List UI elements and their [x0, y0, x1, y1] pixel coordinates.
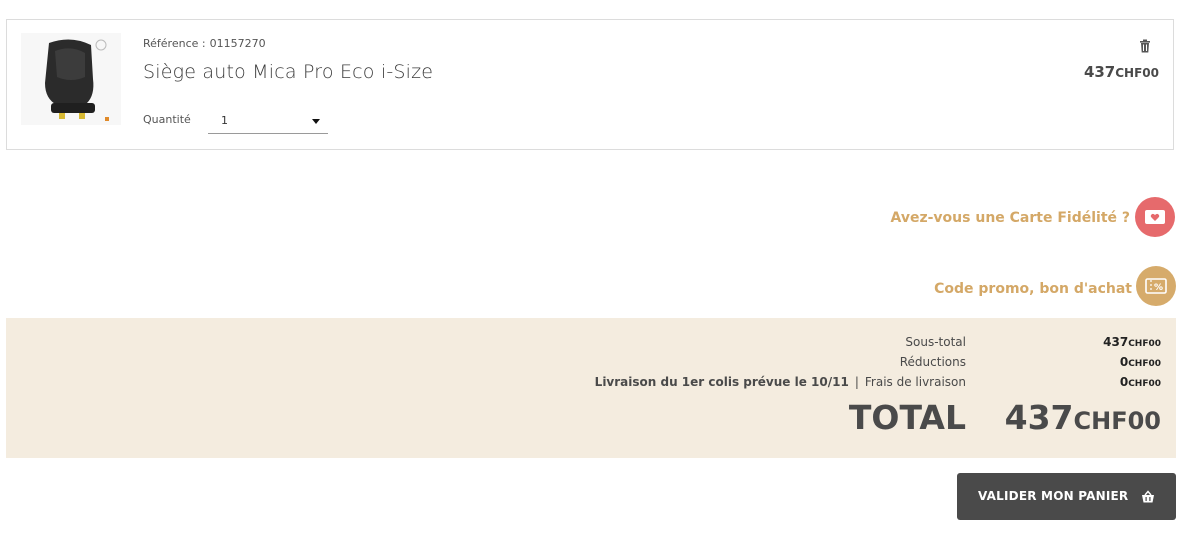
product-reference: Référence :01157270	[143, 37, 266, 50]
discounts-amount: 0	[1119, 355, 1129, 369]
total-amount: 437	[1004, 398, 1074, 437]
promo-voucher-icon[interactable]: %	[1136, 266, 1176, 306]
loyalty-card-link[interactable]: Avez-vous une Carte Fidélité ?	[891, 210, 1130, 226]
shipping-amount: 0	[1119, 375, 1129, 389]
line-price-currency: CHF00	[1115, 66, 1159, 80]
line-price: 437CHF00	[1084, 63, 1159, 81]
delivery-note: Livraison du 1er colis prévue le 10/11	[594, 375, 849, 389]
subtotal-amount: 437	[1103, 335, 1129, 349]
basket-icon	[1141, 489, 1155, 503]
shipping-value: 0CHF00	[1120, 375, 1161, 389]
reference-label: Référence :	[143, 37, 206, 50]
total-label: TOTAL	[848, 398, 966, 437]
reference-value: 01157270	[209, 37, 266, 50]
shipping-row-label: Livraison du 1er colis prévue le 10/11 | F…	[595, 375, 966, 389]
loyalty-card-icon[interactable]	[1135, 197, 1175, 237]
quantity-select[interactable]: 1	[208, 109, 328, 134]
product-image[interactable]	[21, 33, 121, 125]
subtotal-currency: CHF00	[1128, 339, 1161, 349]
total-value: 437CHF00	[1005, 398, 1161, 437]
shipping-label: Frais de livraison	[864, 375, 966, 389]
delivery-separator: |	[854, 375, 859, 389]
cart-item-card: Référence :01157270 Siège auto Mica Pro …	[6, 19, 1174, 150]
shipping-currency: CHF00	[1128, 379, 1161, 389]
subtotal-label: Sous-total	[905, 335, 966, 349]
order-summary: Sous-total 437CHF00 Réductions 0CHF00 Li…	[6, 318, 1176, 458]
promo-code-link[interactable]: Code promo, bon d'achat	[934, 281, 1132, 297]
total-currency: CHF00	[1073, 407, 1162, 435]
discounts-currency: CHF00	[1128, 359, 1161, 369]
svg-text:%: %	[1154, 283, 1163, 293]
line-price-amount: 437	[1083, 63, 1116, 81]
discounts-value: 0CHF00	[1120, 355, 1161, 369]
dropdown-caret-icon	[312, 119, 320, 124]
validate-cart-label: VALIDER MON PANIER	[978, 489, 1129, 503]
product-name[interactable]: Siège auto Mica Pro Eco i-Size	[143, 61, 433, 83]
validate-cart-button[interactable]: VALIDER MON PANIER	[957, 473, 1176, 520]
trash-icon[interactable]	[1139, 38, 1151, 53]
subtotal-value: 437CHF00	[1103, 335, 1161, 349]
discounts-label: Réductions	[899, 355, 966, 369]
quantity-value: 1	[221, 114, 228, 127]
quantity-label: Quantité	[143, 113, 191, 126]
